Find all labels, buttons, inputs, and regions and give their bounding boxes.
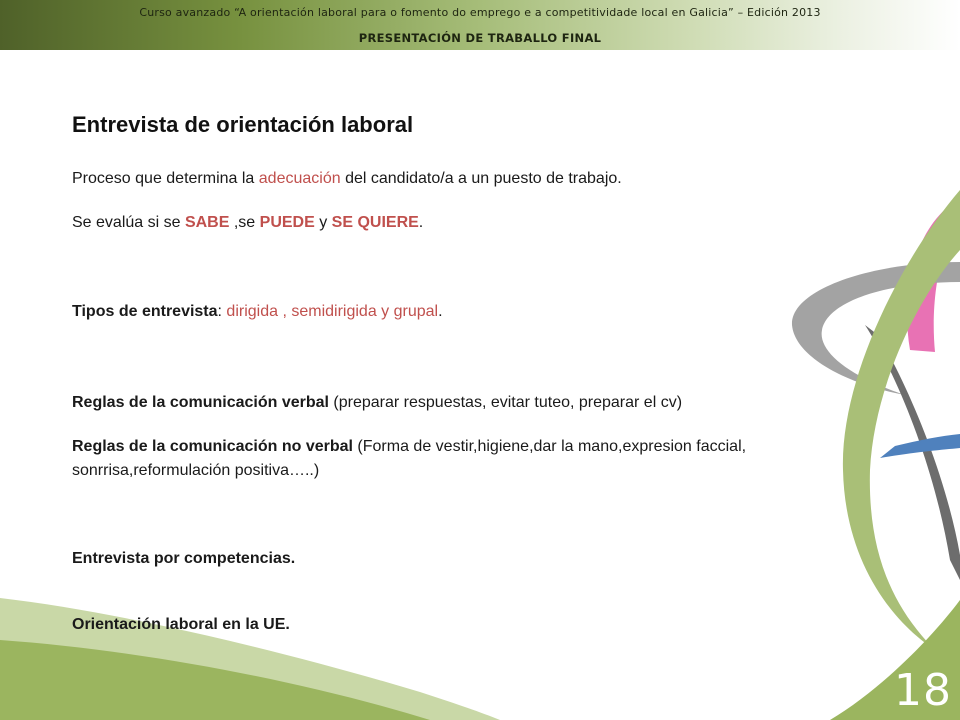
tipos-values: dirigida , semidirigida y grupal [226, 303, 439, 320]
competencias-line: Entrevista por competencias. [72, 550, 296, 567]
verbal-label: Reglas de la comunicación verbal [72, 394, 329, 411]
tipos-period: . [438, 303, 443, 320]
evalua-sabe: SABE [184, 214, 230, 231]
decorative-swooshes [0, 190, 960, 720]
tipos-line: Tipos de entrevista: dirigida , semidiri… [72, 301, 443, 323]
tipos-label: Tipos de entrevista [72, 303, 218, 320]
evalua-quiere: SE QUIERE [331, 214, 419, 231]
page-number: 18 [894, 665, 952, 716]
noverbal-label: Reglas de la comunicación no verbal [72, 438, 353, 455]
noverbal-line: Reglas de la comunicación no verbal (For… [72, 436, 746, 458]
noverbal-detail: (Forma de vestir,higiene,dar la mano,exp… [352, 438, 747, 455]
green-crescent [842, 190, 960, 650]
evalua-text-start: Se evalúa si se [72, 214, 185, 231]
evalua-period: . [418, 214, 424, 231]
proceso-highlight: adecuación [258, 170, 341, 187]
verbal-line: Reglas de la comunicación verbal (prepar… [72, 392, 682, 414]
ue-line: Orientación laboral en la UE. [72, 616, 290, 633]
verbal-detail: (preparar respuestas, evitar tuteo, prep… [328, 394, 683, 411]
noverbal-line-2: sonrrisa,reformulación positiva…..) [72, 462, 320, 479]
evalua-line: Se evalúa si se SABE ,se PUEDE y SE QUIE… [72, 212, 423, 234]
evalua-sep-1: ,se [229, 214, 260, 231]
proceso-line: Proceso que determina la adecuación del … [72, 168, 622, 190]
evalua-puede: PUEDE [259, 214, 315, 231]
proceso-text-start: Proceso que determina la [72, 170, 259, 187]
slide-title: Entrevista de orientación laboral [72, 112, 414, 137]
evalua-sep-2: y [314, 214, 332, 231]
proceso-text-end: del candidato/a a un puesto de trabajo. [340, 170, 622, 187]
